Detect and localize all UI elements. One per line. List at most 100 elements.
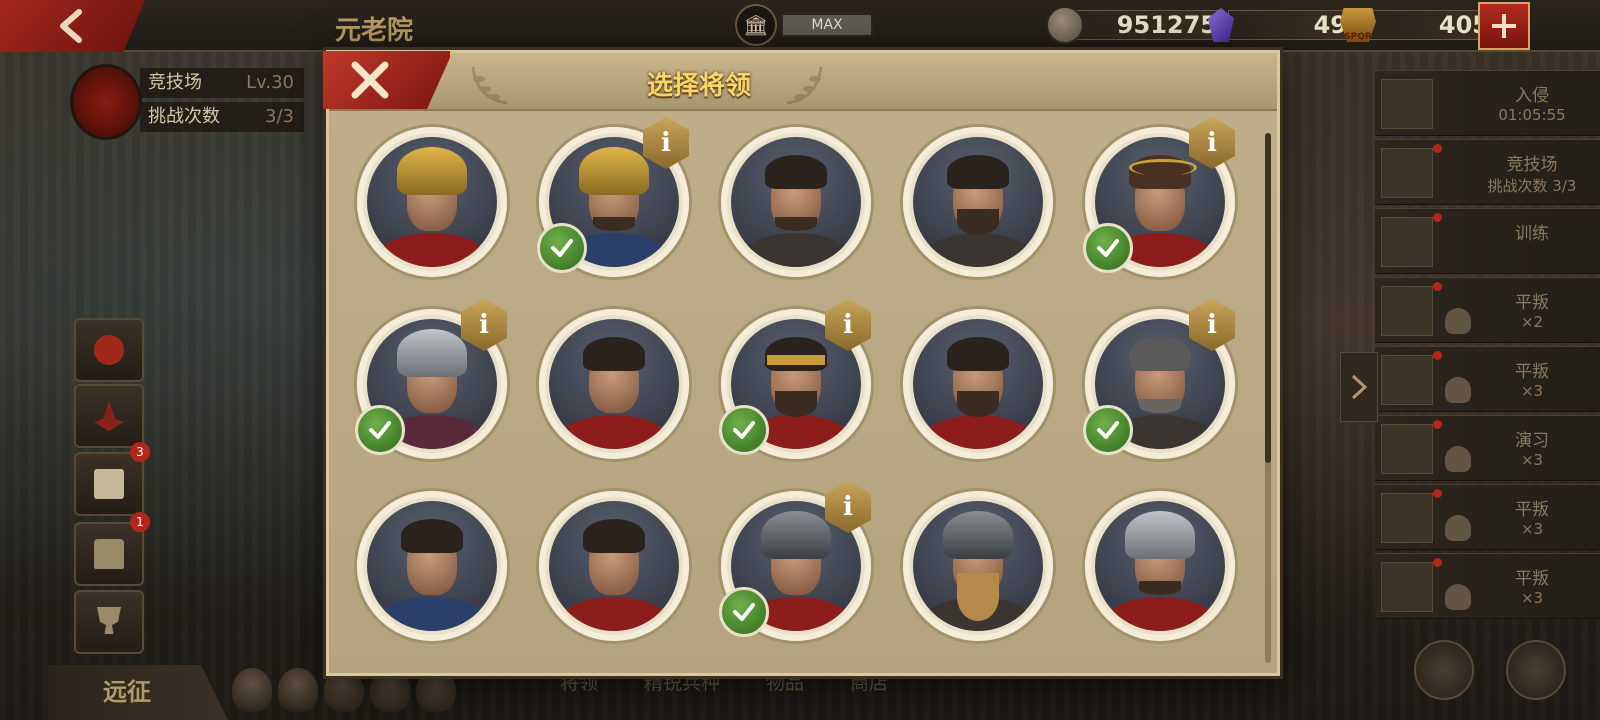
task-icon (1381, 355, 1433, 405)
task-title: 平叛 (1515, 362, 1549, 382)
task-title: 演习 (1515, 431, 1549, 451)
gift-button[interactable] (74, 318, 144, 382)
lotus-button[interactable] (74, 384, 144, 448)
general-portrait-red-cloak[interactable] (539, 491, 689, 641)
trophy-button[interactable] (74, 590, 144, 654)
gift-icon (94, 335, 124, 365)
task-item[interactable]: 平叛 ×2 (1375, 277, 1600, 343)
grid-scrollbar[interactable] (1265, 133, 1271, 663)
general-portrait-dark-helmet[interactable]: i (719, 481, 871, 641)
chevron-right-icon (1351, 374, 1368, 400)
task-panel: 入侵 01:05:55 竞技场 挑战次数 3/3 训练 平叛 ×2 平叛 ×3 演习 ×3 平叛 ×3 平… (1375, 70, 1600, 710)
top-bar: 元老院 🏛 MAX 951275 49 SPQR 405 (0, 0, 1600, 52)
task-item[interactable]: 演习 ×3 (1375, 415, 1600, 481)
portrait-frame (903, 491, 1053, 641)
scroll-button[interactable] (1506, 640, 1566, 700)
task-icon (1381, 148, 1433, 198)
helmet-icon (1445, 308, 1471, 334)
close-icon (351, 61, 389, 99)
task-icon (1381, 286, 1433, 336)
back-button[interactable] (0, 0, 145, 52)
chest-button[interactable]: 1 (74, 512, 150, 586)
plus-icon (1492, 14, 1516, 38)
task-subtitle: ×3 (1520, 382, 1544, 400)
task-title: 竞技场 (1506, 155, 1558, 175)
general-portrait-winged-helmet[interactable] (903, 491, 1053, 641)
general-portrait-laurel-crown[interactable]: i (1083, 117, 1235, 277)
task-icon (1381, 217, 1433, 267)
dialog-header: 选择将领 (329, 53, 1277, 111)
task-item[interactable]: 入侵 01:05:55 (1375, 70, 1600, 136)
task-item[interactable]: 平叛 ×3 (1375, 553, 1600, 619)
task-icon (1381, 562, 1433, 612)
general-portrait-asian-bun[interactable] (721, 127, 871, 277)
general-portrait-asian-bearded[interactable] (903, 127, 1053, 277)
task-item[interactable]: 竞技场挑战次数 3/3 (1375, 139, 1600, 205)
notification-dot (1433, 351, 1442, 360)
notification-dot (1433, 420, 1442, 429)
arena-shield-icon (70, 64, 142, 140)
task-item[interactable]: 平叛 ×3 (1375, 346, 1600, 412)
notification-dot (1433, 489, 1442, 498)
arena-challenge-value: 3/3 (265, 106, 294, 127)
film-icon (94, 469, 124, 499)
general-portrait-grey-hair[interactable]: i (1083, 299, 1235, 459)
check-icon (719, 587, 769, 637)
select-general-dialog: 选择将领 iiiiii (323, 50, 1280, 676)
expedition-button[interactable]: 远征 (48, 665, 228, 720)
general-portrait-gold-rim-helmet[interactable] (1085, 491, 1235, 641)
general-face (913, 137, 1043, 267)
task-title: 平叛 (1515, 293, 1549, 313)
spqr-icon: SPQR (1340, 8, 1376, 42)
helmet-icon (1445, 515, 1471, 541)
task-subtitle: ×2 (1520, 313, 1544, 331)
task-item[interactable]: 平叛 ×3 (1375, 484, 1600, 550)
task-icon (1381, 79, 1433, 129)
general-portrait-blue-officer[interactable] (357, 491, 507, 641)
laurel-right-icon (786, 66, 823, 105)
notification-dot (1433, 144, 1442, 153)
general-portrait-headband[interactable]: i (719, 299, 871, 459)
lotus-icon (94, 401, 124, 431)
general-portrait-gold-helmet[interactable] (357, 127, 507, 277)
task-subtitle: ×3 (1520, 451, 1544, 469)
book-button[interactable] (1414, 640, 1474, 700)
add-resource-button[interactable] (1478, 2, 1530, 50)
expand-panel-button[interactable] (1340, 352, 1378, 422)
check-icon (719, 405, 769, 455)
scroll-thumb[interactable] (1265, 133, 1271, 463)
senate-level: 🏛 MAX (735, 4, 873, 46)
general-face (913, 319, 1043, 449)
general-face (549, 501, 679, 631)
general-portrait-roman-beard[interactable] (903, 309, 1053, 459)
temple-icon: 🏛 (735, 4, 777, 46)
portrait-frame (903, 309, 1053, 459)
army-head-icon (278, 668, 318, 712)
portrait-frame (357, 491, 507, 641)
general-face (913, 501, 1043, 631)
trophy-icon (97, 607, 121, 634)
notification-dot (1433, 282, 1442, 291)
portrait-frame (539, 309, 689, 459)
general-grid: iiiiii (329, 111, 1277, 671)
general-portrait-short-hair[interactable] (539, 309, 689, 459)
task-item[interactable]: 训练 (1375, 208, 1600, 274)
task-subtitle: ×3 (1520, 589, 1544, 607)
helmet-icon (1445, 377, 1471, 403)
general-portrait-bearded-helm[interactable]: i (537, 117, 689, 277)
dialog-title: 选择将领 (646, 71, 751, 101)
task-title: 训练 (1515, 224, 1549, 244)
army-head-icon (232, 668, 272, 712)
portrait-frame (903, 127, 1053, 277)
task-icon (1381, 424, 1433, 474)
task-subtitle: ×3 (1520, 520, 1544, 538)
arena-card[interactable]: 竞技场 Lv.30 挑战次数 3/3 (70, 64, 306, 140)
helmet-icon (1445, 584, 1471, 610)
max-label: MAX (781, 13, 873, 37)
video-button[interactable]: 3 (74, 442, 150, 516)
coin-icon (1046, 6, 1084, 44)
general-portrait-silver-helmet[interactable]: i (355, 299, 507, 459)
task-subtitle: 01:05:55 (1498, 106, 1566, 124)
notification-dot (1433, 213, 1442, 222)
task-subtitle: 挑战次数 3/3 (1487, 177, 1577, 195)
